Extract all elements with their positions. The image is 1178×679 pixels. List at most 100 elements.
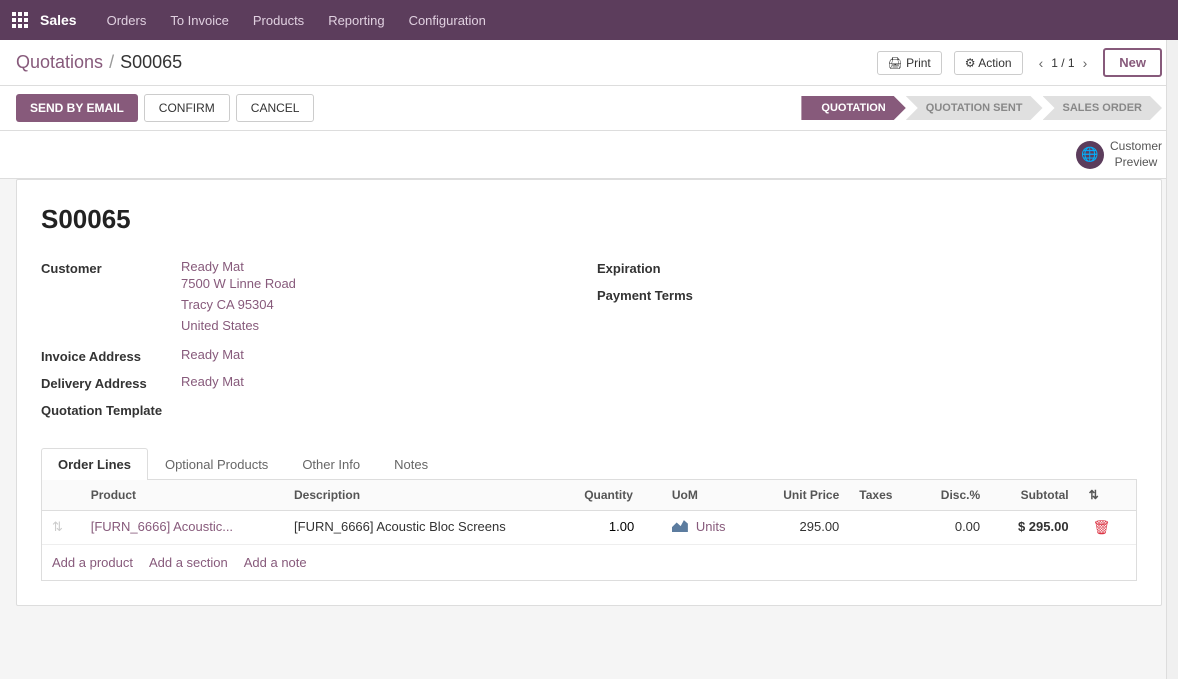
column-adjust-icon[interactable]: ⇅ [1089,488,1099,502]
new-button[interactable]: New [1103,48,1162,77]
breadcrumb-parent[interactable]: Quotations [16,52,103,73]
send-email-button[interactable]: SEND BY EMAIL [16,94,138,122]
form-section: Customer Ready Mat 7500 W Linne Road Tra… [41,259,1137,427]
top-nav: Sales Orders To Invoice Products Reporti… [0,0,1178,40]
uom-cell: Units [662,510,754,544]
tab-notes[interactable]: Notes [377,448,445,480]
nav-configuration[interactable]: Configuration [399,0,496,40]
pager: ‹ 1 / 1 › [1035,53,1092,73]
status-sales-order[interactable]: SALES ORDER [1043,96,1162,120]
tabs-container: Order Lines Optional Products Other Info… [41,448,1137,581]
form-right-col: Expiration Payment Terms [597,259,1137,427]
customer-preview-button[interactable]: 🌐 CustomerPreview [1076,139,1162,170]
tab-optional-products[interactable]: Optional Products [148,448,285,480]
uom-icon-cell: Units [672,519,726,534]
payment-terms-row: Payment Terms [597,286,1137,303]
col-product: Product [81,480,284,511]
breadcrumb: Quotations / S00065 [16,52,182,73]
col-description: Description [284,480,574,511]
unit-price-cell[interactable]: 295.00 [754,510,849,544]
action-buttons-row: SEND BY EMAIL CONFIRM CANCEL QUOTATION Q… [0,86,1178,131]
drag-cell[interactable]: ⇅ [42,510,81,544]
customer-value: Ready Mat 7500 W Linne Road Tracy CA 953… [181,259,296,336]
delivery-address-label: Delivery Address [41,374,181,391]
product-cell: [FURN_6666] Acoustic... [81,510,284,544]
tab-content-order-lines: Product Description Quantity UoM Unit Pr… [41,480,1137,581]
customer-preview-label: CustomerPreview [1110,139,1162,170]
nav-products[interactable]: Products [243,0,314,40]
left-buttons: SEND BY EMAIL CONFIRM CANCEL [16,94,314,122]
right-panel [1166,40,1178,679]
form-left-col: Customer Ready Mat 7500 W Linne Road Tra… [41,259,581,427]
globe-icon: 🌐 [1076,141,1104,169]
tabs: Order Lines Optional Products Other Info… [41,448,1137,480]
print-icon: 🖨 [888,56,903,70]
customer-name[interactable]: Ready Mat [181,259,296,274]
discount-cell[interactable]: 0.00 [916,510,990,544]
status-quotation[interactable]: QUOTATION [801,96,905,120]
customer-addr2: Tracy CA 95304 [181,295,296,316]
add-links: Add a product Add a section Add a note [42,545,1136,580]
add-note-link[interactable]: Add a note [244,555,307,570]
col-drag [42,480,81,511]
quotation-template-label: Quotation Template [41,401,181,418]
col-uom: UoM [662,480,754,511]
table-row: ⇅ [FURN_6666] Acoustic... [FURN_6666] Ac… [42,510,1136,544]
invoice-address-label: Invoice Address [41,347,181,364]
cancel-button[interactable]: CANCEL [236,94,315,122]
chart-icon [672,520,688,532]
tab-other-info[interactable]: Other Info [285,448,377,480]
status-pipeline: QUOTATION QUOTATION SENT SALES ORDER [801,96,1162,120]
quotation-template-row: Quotation Template [41,401,581,418]
gear-icon: ⚙ [965,56,976,70]
invoice-address-row: Invoice Address Ready Mat [41,347,581,364]
add-section-link[interactable]: Add a section [149,555,228,570]
col-unit-price: Unit Price [754,480,849,511]
uom-label[interactable]: Units [696,519,726,534]
expiration-row: Expiration [597,259,1137,276]
customer-preview-bar: 🌐 CustomerPreview [0,131,1178,179]
invoice-address-value[interactable]: Ready Mat [181,347,244,362]
tab-order-lines[interactable]: Order Lines [41,448,148,480]
col-quantity: Quantity [574,480,662,511]
quantity-input[interactable] [584,519,634,534]
header-bar: Quotations / S00065 🖨 Print ⚙ Action ‹ 1… [0,40,1178,86]
form-card: S00065 Customer Ready Mat 7500 W Linne R… [16,179,1162,605]
status-quotation-sent[interactable]: QUOTATION SENT [906,96,1043,120]
add-product-link[interactable]: Add a product [52,555,133,570]
customer-addr1: 7500 W Linne Road [181,274,296,295]
expiration-label: Expiration [597,259,737,276]
col-actions: ⇅ [1079,480,1136,511]
col-discount: Disc.% [916,480,990,511]
order-number: S00065 [41,204,1137,235]
action-button[interactable]: ⚙ Action [954,51,1023,75]
print-button[interactable]: 🖨 Print [877,51,942,75]
main-content: S00065 Customer Ready Mat 7500 W Linne R… [0,179,1178,621]
delivery-address-row: Delivery Address Ready Mat [41,374,581,391]
breadcrumb-separator: / [109,52,114,73]
quantity-cell [574,510,662,544]
order-table: Product Description Quantity UoM Unit Pr… [42,480,1136,545]
delete-row-button[interactable]: 🗑 [1089,519,1115,536]
description-cell[interactable]: [FURN_6666] Acoustic Bloc Screens [284,510,574,544]
pager-next[interactable]: › [1079,53,1092,73]
product-link[interactable]: [FURN_6666] Acoustic... [91,519,233,534]
customer-field-row: Customer Ready Mat 7500 W Linne Road Tra… [41,259,581,336]
delete-cell: 🗑 [1079,510,1136,544]
app-name: Sales [40,12,77,28]
app-grid-icon[interactable] [12,12,28,28]
confirm-button[interactable]: CONFIRM [144,94,230,122]
customer-addr3: United States [181,316,296,337]
nav-to-invoice[interactable]: To Invoice [160,0,239,40]
delivery-address-value[interactable]: Ready Mat [181,374,244,389]
col-subtotal: Subtotal [990,480,1078,511]
breadcrumb-current: S00065 [120,52,182,73]
col-taxes: Taxes [849,480,916,511]
nav-reporting[interactable]: Reporting [318,0,394,40]
payment-terms-label: Payment Terms [597,286,737,303]
pager-prev[interactable]: ‹ [1035,53,1048,73]
header-actions: 🖨 Print ⚙ Action ‹ 1 / 1 › New [877,48,1163,77]
customer-label: Customer [41,259,181,276]
taxes-cell[interactable] [849,510,916,544]
nav-orders[interactable]: Orders [97,0,157,40]
